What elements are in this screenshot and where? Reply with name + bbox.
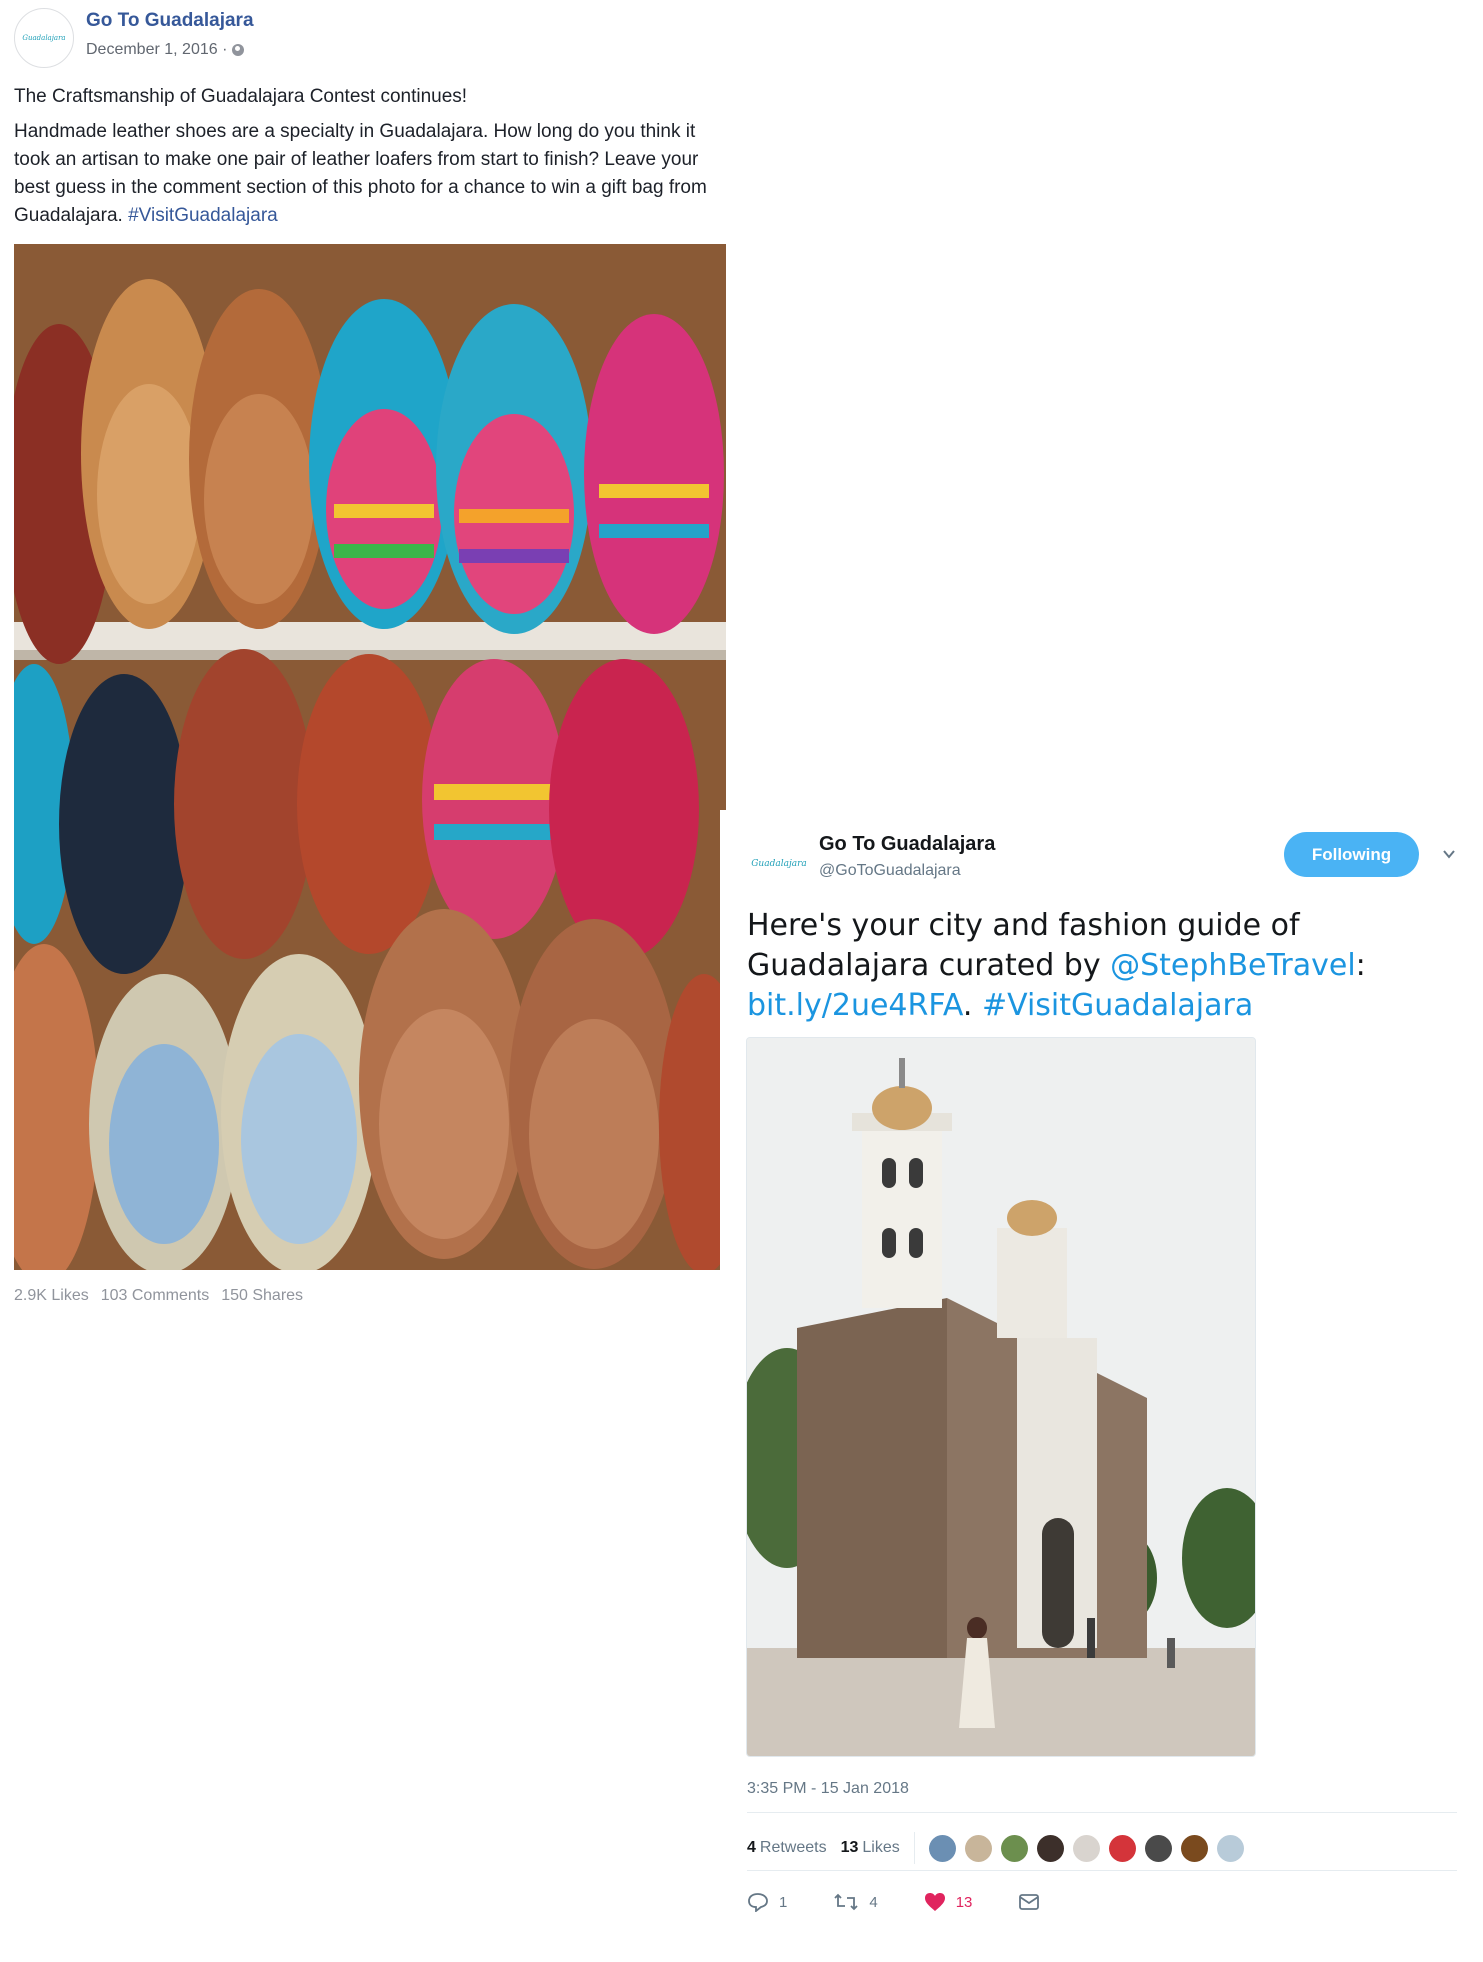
church-photo-illustration — [747, 1038, 1255, 1756]
facebook-post: Guadalajara Go To Guadalajara December 1… — [0, 0, 740, 1330]
account-avatar[interactable]: Guadalajara — [747, 850, 811, 878]
likes-stat[interactable]: 13 Likes — [841, 1839, 900, 1857]
post-paragraph-2-text: Handmade leather shoes are a specialty i… — [14, 121, 707, 226]
retweet-count: 4 — [869, 1893, 878, 1911]
liker-avatars — [928, 1834, 1244, 1862]
retweet-button[interactable]: 4 — [833, 1893, 878, 1911]
tweet-photo[interactable] — [746, 1037, 1256, 1757]
account-display-name[interactable]: Go To Guadalajara — [819, 833, 995, 856]
mention-link[interactable]: @StephBeTravel — [1110, 948, 1356, 983]
globe-icon[interactable] — [232, 44, 245, 56]
liker-avatar[interactable] — [1180, 1834, 1208, 1862]
liker-avatar[interactable] — [1144, 1834, 1172, 1862]
engagement-stats: 4 Retweets 13 Likes — [747, 1832, 1244, 1864]
retweets-stat[interactable]: 4 Retweets — [747, 1839, 827, 1857]
divider — [747, 1812, 1457, 1813]
post-photo[interactable] — [14, 244, 726, 1270]
hashtag-link[interactable]: #VisitGuadalajara — [982, 988, 1253, 1023]
retweets-label: Retweets — [759, 1839, 827, 1856]
retweets-count: 4 — [747, 1839, 756, 1856]
liker-avatar[interactable] — [1216, 1834, 1244, 1862]
post-stats: 2.9K Likes 103 Comments 150 Shares — [14, 1287, 303, 1305]
post-paragraph-1: The Craftsmanship of Guadalajara Contest… — [14, 86, 468, 107]
like-button[interactable]: 13 — [924, 1892, 973, 1912]
tweet-text-part-3: . — [962, 988, 982, 1023]
liker-avatar[interactable] — [1108, 1834, 1136, 1862]
liker-avatar[interactable] — [1036, 1834, 1064, 1862]
post-date[interactable]: December 1, 2016 · — [86, 41, 227, 59]
tweet-actions: 1 4 13 — [747, 1892, 1086, 1912]
comments-count[interactable]: 103 Comments — [101, 1287, 210, 1305]
following-button[interactable]: Following — [1284, 832, 1419, 877]
reply-count: 1 — [779, 1893, 788, 1911]
account-logo-text: Guadalajara — [751, 859, 807, 869]
shares-count[interactable]: 150 Shares — [221, 1287, 303, 1305]
envelope-icon — [1019, 1894, 1040, 1910]
reply-button[interactable]: 1 — [747, 1892, 787, 1912]
page-logo-text: Guadalajara — [22, 34, 66, 42]
shoes-photo-illustration — [14, 244, 726, 1270]
likes-count: 13 — [840, 1839, 859, 1856]
liker-avatar[interactable] — [964, 1834, 992, 1862]
likes-label: Likes — [862, 1839, 900, 1856]
direct-message-button[interactable] — [1018, 1893, 1040, 1911]
liker-avatar[interactable] — [928, 1834, 956, 1862]
tweet-text-part-2: : — [1355, 948, 1366, 983]
page-avatar[interactable]: Guadalajara — [14, 8, 74, 68]
like-count: 13 — [955, 1893, 973, 1911]
post-meta: December 1, 2016 · — [86, 41, 245, 59]
tweet-timestamp[interactable]: 3:35 PM - 15 Jan 2018 — [747, 1780, 909, 1798]
liker-avatar[interactable] — [1072, 1834, 1100, 1862]
retweet-icon — [834, 1893, 858, 1911]
account-handle[interactable]: @GoToGuadalajara — [819, 862, 961, 880]
post-paragraph-2: Handmade leather shoes are a specialty i… — [14, 118, 734, 230]
hashtag-link[interactable]: #VisitGuadalajara — [128, 205, 278, 226]
likes-count[interactable]: 2.9K Likes — [14, 1287, 89, 1305]
short-url-link[interactable]: bit.ly/2ue4RFA — [747, 988, 963, 1023]
page-name-link[interactable]: Go To Guadalajara — [86, 10, 254, 32]
reply-icon — [748, 1893, 768, 1912]
divider — [747, 1870, 1457, 1871]
liker-avatar[interactable] — [1000, 1834, 1028, 1862]
tweet-text: Here's your city and fashion guide of Gu… — [747, 906, 1467, 1026]
stats-separator — [913, 1832, 915, 1864]
heart-icon — [924, 1893, 945, 1911]
post-text: The Craftsmanship of Guadalajara Contest… — [14, 83, 734, 237]
chevron-down-icon[interactable] — [1442, 847, 1456, 861]
tweet-card: Guadalajara Go To Guadalajara @GoToGuada… — [720, 810, 1483, 1962]
